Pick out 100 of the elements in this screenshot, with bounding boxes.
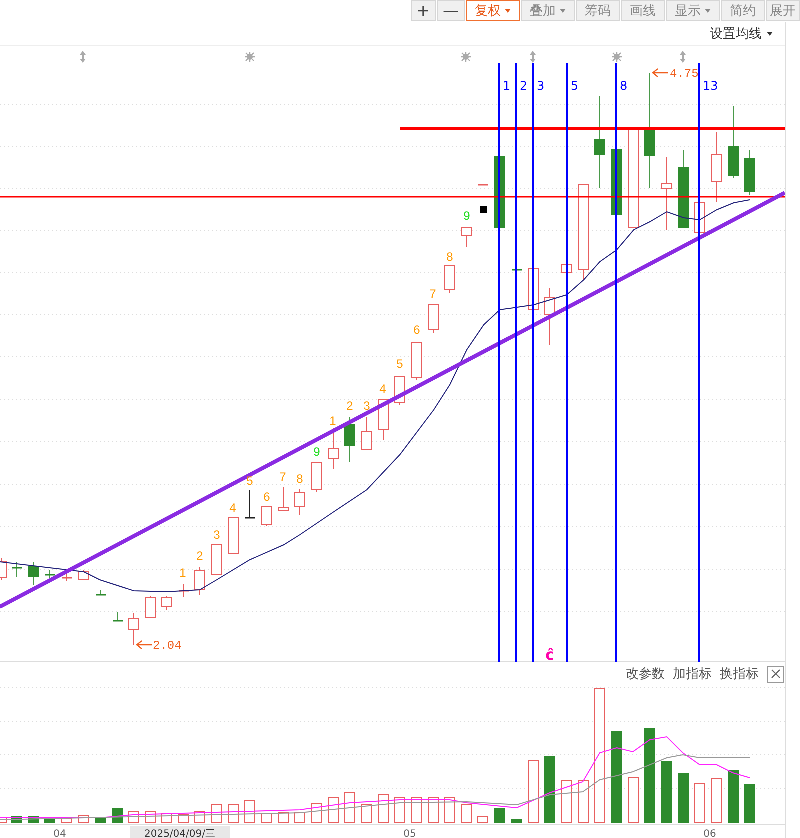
candlestick: [362, 416, 372, 450]
period-label: 5: [571, 79, 579, 93]
volume-bar: [744, 784, 756, 824]
sun-icon: [460, 51, 472, 63]
volume-bar: [228, 804, 240, 824]
count-label: 7: [430, 287, 436, 301]
volume-bar: [478, 816, 488, 824]
count-label: 8: [296, 472, 304, 486]
candlestick: [228, 518, 240, 554]
period-label: 8: [620, 79, 628, 93]
period-label: 13: [703, 79, 718, 93]
indicator-button[interactable]: 换指标: [720, 665, 759, 683]
toolbar-button[interactable]: 叠加: [521, 0, 575, 21]
count-label: 2: [346, 399, 354, 413]
volume-bar: [62, 818, 72, 824]
volume-bar: [544, 756, 556, 824]
candlestick: [294, 488, 306, 516]
toolbar-button[interactable]: 展开: [766, 0, 800, 21]
indicator-button[interactable]: 改参数: [626, 665, 665, 683]
caret-icon: [767, 32, 773, 36]
candlestick: [194, 566, 206, 596]
indicator-button[interactable]: 加指标: [673, 665, 712, 683]
count-label: 5: [396, 357, 404, 371]
volume-bar: [528, 760, 540, 824]
toolbar-button[interactable]: 显示: [666, 0, 720, 21]
volume-bar: [728, 770, 740, 824]
volume-bar: [96, 818, 106, 824]
toolbar-button[interactable]: 复权: [466, 0, 520, 21]
volume-bar: [462, 804, 472, 824]
close-icon: [770, 669, 780, 679]
volume-bar: [312, 804, 322, 824]
count-label: 7: [280, 470, 286, 484]
volume-bar: [262, 814, 272, 824]
high-price-label: 4.75: [670, 67, 699, 81]
count-label: 8: [446, 250, 454, 264]
candlestick: [245, 490, 255, 519]
toolbar-button[interactable]: 画线: [621, 0, 665, 21]
candlestick: [528, 268, 540, 340]
toolbar-button[interactable]: 筹码: [576, 0, 620, 21]
date-label: 04: [54, 829, 66, 838]
candlestick: [28, 562, 40, 586]
arrow-icon: [652, 68, 669, 78]
sun-icon: [244, 51, 256, 63]
volume-bar: [694, 784, 706, 824]
volume-bar: [362, 804, 372, 824]
candlestick: [262, 506, 272, 526]
volume-bar: [178, 814, 190, 824]
period-label: 1: [503, 79, 511, 93]
candlestick: [712, 132, 722, 202]
volume-bar: [628, 778, 640, 824]
volume-bar: [378, 794, 390, 824]
candlestick: [512, 269, 522, 271]
toolbar-button[interactable]: —: [437, 0, 465, 21]
count-label: 6: [414, 323, 420, 337]
count-label: 1: [330, 414, 336, 428]
arrow-icon: [136, 640, 153, 650]
volume-bar: [244, 800, 256, 824]
candlestick: [328, 428, 340, 470]
count-label: 3: [214, 528, 220, 542]
count-label: 5: [246, 474, 254, 488]
candlestick: [278, 486, 290, 512]
count-label: 4: [230, 501, 236, 515]
toolbar-button[interactable]: 简约: [721, 0, 765, 21]
double-arrow-icon: [680, 51, 686, 63]
volume-bar: [494, 808, 506, 824]
double-arrow-icon: [80, 51, 86, 63]
candlestick: [45, 570, 55, 578]
candlestick: [128, 612, 140, 646]
square-marker: [480, 206, 487, 213]
candlestick: [96, 590, 106, 596]
date-label: 05: [404, 829, 416, 838]
candlestick: [312, 462, 322, 492]
date-label: 06: [704, 829, 716, 838]
candlestick: [162, 596, 172, 610]
volume-bar: [44, 818, 56, 824]
volume-bar: [328, 798, 340, 824]
close-button[interactable]: [767, 666, 784, 682]
count-label: 2: [196, 549, 204, 563]
volume-bar: [444, 798, 456, 824]
count-label: 3: [364, 399, 370, 413]
ma-setting-dropdown[interactable]: 设置均线: [708, 25, 775, 43]
count-label: 9: [464, 209, 470, 223]
toolbar-button[interactable]: +: [410, 0, 436, 21]
volume-bar: [712, 778, 722, 824]
date-label: 2025/04/09/三: [144, 829, 216, 838]
volume-bar: [662, 762, 672, 824]
count-label: 6: [264, 490, 270, 504]
period-label: 3: [537, 79, 545, 93]
count-label: 9: [314, 445, 320, 459]
candlestick: [428, 304, 440, 334]
candlestick: [544, 288, 556, 346]
sun-icon: [611, 51, 623, 63]
candlestick: [146, 596, 156, 618]
candlestick: [744, 150, 756, 196]
candlestick: [113, 612, 123, 622]
count-label: 4: [380, 382, 386, 396]
period-label: 2: [520, 79, 528, 93]
volume-bar: [678, 774, 690, 824]
candlestick: [62, 572, 72, 582]
candlestick: [12, 562, 22, 578]
